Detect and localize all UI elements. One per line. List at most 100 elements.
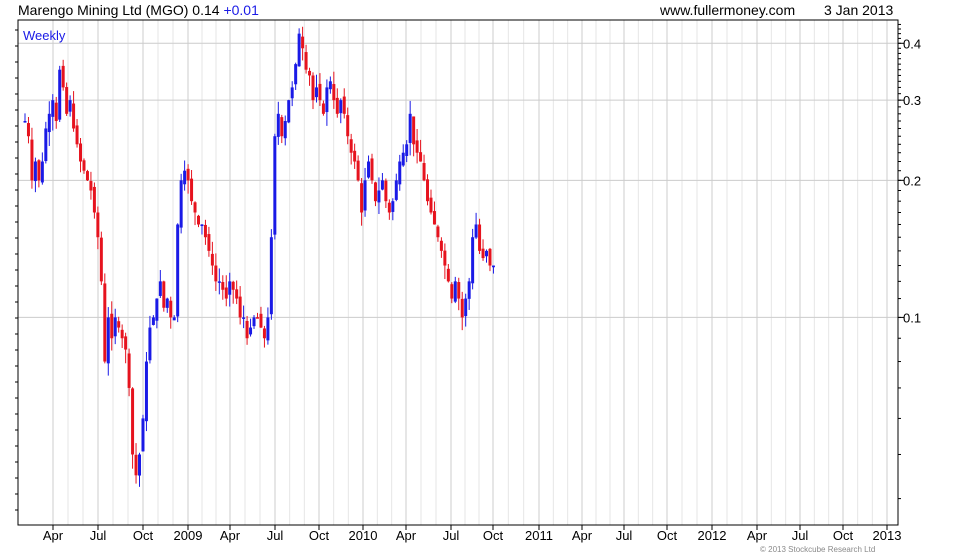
- candle-body: [446, 268, 450, 282]
- candle-body: [471, 237, 475, 284]
- candle-body: [124, 336, 128, 350]
- candle-body: [26, 123, 30, 137]
- candle-body: [228, 281, 232, 295]
- candle-body: [429, 197, 433, 213]
- candle-body: [169, 300, 173, 318]
- candle-body: [280, 117, 284, 137]
- candle-body: [127, 353, 131, 388]
- plot-area: [18, 20, 898, 525]
- candle-body: [259, 313, 263, 328]
- x-tick-label: Oct: [133, 528, 154, 543]
- candle-body: [262, 328, 266, 339]
- candle-body: [186, 168, 190, 181]
- candle-body: [294, 64, 298, 85]
- candle-body: [54, 102, 58, 122]
- candle-body: [85, 171, 89, 181]
- candle-body: [131, 388, 135, 455]
- candle-body: [58, 69, 62, 120]
- candle-body: [197, 215, 200, 225]
- candle-body: [200, 224, 204, 227]
- candle-body: [79, 143, 83, 162]
- candle-body: [481, 248, 485, 259]
- candle-body: [193, 202, 197, 213]
- candle-body: [443, 250, 447, 266]
- candle-body: [370, 158, 374, 181]
- candle-body: [92, 186, 96, 213]
- candle-body: [245, 320, 249, 339]
- x-tick-label: Jul: [616, 528, 633, 543]
- candle-body: [238, 296, 242, 318]
- price-chart: 0.1 0.2 0.3 0.4 Apr Jul Oct 2009 Apr Jul Oct 2010 Ap…: [15, 19, 921, 543]
- candle-body: [103, 283, 107, 362]
- x-tick-label: Oct: [657, 528, 678, 543]
- candle-body: [450, 284, 454, 299]
- candle-body: [314, 87, 318, 98]
- candle-body: [432, 211, 436, 225]
- candle-body: [467, 281, 471, 299]
- candle-body: [491, 265, 495, 268]
- candle-body: [290, 87, 294, 99]
- candle-body: [203, 224, 207, 238]
- candle-body: [488, 248, 492, 266]
- candle-body: [342, 96, 346, 114]
- candle-body: [89, 181, 93, 191]
- candle-body: [23, 121, 27, 123]
- candle-body: [426, 179, 430, 202]
- period-label: Weekly: [23, 28, 66, 43]
- candle-body: [179, 180, 183, 228]
- candle-body: [255, 317, 259, 319]
- x-tick-label: Jul: [443, 528, 460, 543]
- candle-body: [349, 139, 353, 153]
- x-tick-label: 2012: [698, 528, 727, 543]
- x-tick-label: Apr: [43, 528, 64, 543]
- candle-body: [33, 161, 37, 182]
- candle-body: [415, 140, 419, 153]
- candle-body: [394, 180, 398, 200]
- candle-body: [422, 163, 426, 181]
- candle-body: [457, 282, 461, 299]
- y-tick-label: 0.3: [903, 93, 921, 108]
- candle-body: [44, 128, 48, 162]
- x-tick-label: Apr: [747, 528, 768, 543]
- candle-body: [61, 65, 65, 88]
- x-tick-label: 2009: [174, 528, 203, 543]
- candle-body: [360, 183, 364, 213]
- candle-body: [68, 100, 72, 112]
- y-tick-label: 0.1: [903, 310, 921, 325]
- candle-body: [235, 289, 239, 299]
- x-tick-label: 2013: [873, 528, 902, 543]
- candle-body: [117, 321, 121, 328]
- candle-body: [75, 125, 79, 145]
- candle-body: [165, 298, 169, 308]
- candle-body: [283, 121, 287, 139]
- candle-body: [408, 113, 412, 143]
- candle-body: [391, 201, 395, 212]
- candle-body: [266, 317, 270, 341]
- candle-body: [249, 327, 253, 335]
- candle-body: [144, 361, 148, 422]
- candle-body: [176, 224, 180, 317]
- candle-body: [356, 160, 360, 181]
- candle-body: [96, 212, 100, 238]
- copyright-note: © 2013 Stockcube Research Ltd: [760, 545, 876, 554]
- candle-body: [155, 298, 159, 321]
- candle-body: [231, 281, 235, 290]
- candle-body: [412, 116, 416, 145]
- candle-body: [37, 160, 41, 181]
- candle-body: [485, 250, 489, 257]
- x-tick-label: Jul: [267, 528, 284, 543]
- candle-body: [221, 282, 225, 290]
- candle-body: [436, 226, 440, 238]
- candle-body: [380, 180, 384, 190]
- candle-body: [405, 144, 409, 156]
- candle-body: [72, 103, 76, 129]
- candle-body: [210, 253, 214, 266]
- candle-body: [47, 113, 51, 133]
- candle-body: [148, 327, 152, 361]
- candle-body: [464, 298, 468, 317]
- x-tick-label: Apr: [572, 528, 593, 543]
- candle-body: [217, 281, 221, 283]
- candle-body: [325, 87, 329, 113]
- candle-body: [224, 287, 228, 299]
- candle-body: [120, 329, 124, 339]
